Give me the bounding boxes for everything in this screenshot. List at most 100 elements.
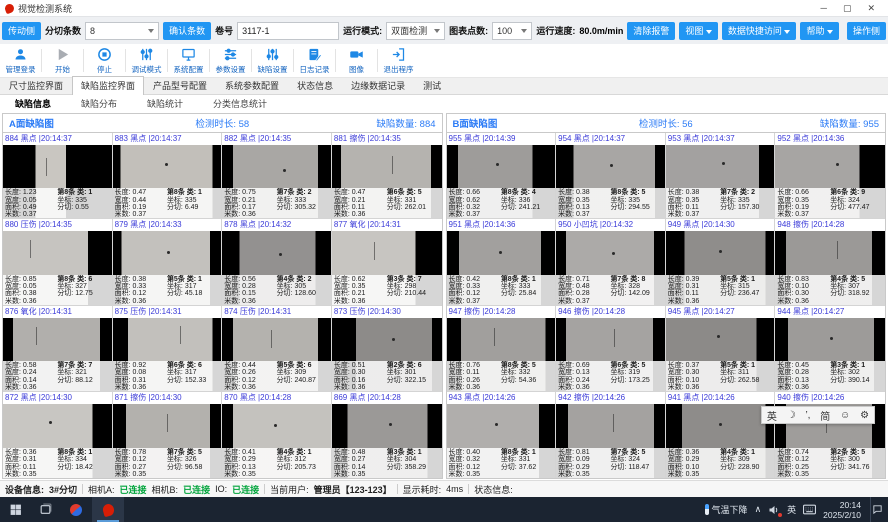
ime-moon-icon[interactable]: ☽ [787,410,796,421]
chart-points-select[interactable]: 100 [492,22,532,40]
panel-a-title: A面缺陷图 [9,116,151,130]
notification-center-button[interactable] [870,497,884,522]
operate-side-button[interactable]: 操作侧 [847,22,886,40]
action-param-settings[interactable]: 参数设置 [210,44,251,77]
clear-alarm-button[interactable]: 清除报警 [627,22,675,40]
touch-keyboard-icon[interactable] [803,504,816,515]
defect-cell-header: 940 擦伤 |20:14:26 [775,392,885,404]
defect-cell[interactable]: 881 擦伤 |20:14:35长度: 0.47宽度: 0.21面积: 0.11… [332,133,442,219]
action-toolbar: 管理登录 开始 停止 调试模式 系统配置 参数设置 缺陷设置 日志记录 图像 退… [0,44,888,78]
defect-cell[interactable]: 874 压伤 |20:14:31长度: 0.44宽度: 0.26面积: 0.12… [222,306,332,392]
defect-cell[interactable]: 942 擦伤 |20:14:26长度: 0.81宽度: 0.09面积: 0.29… [556,392,666,478]
tab-defect-monitor[interactable]: 缺陷监控界面 [72,76,144,95]
defect-cell[interactable]: 877 氧化 |20:14:31长度: 0.62宽度: 0.35面积: 0.21… [332,219,442,305]
defect-cell[interactable]: 884 黑点 |20:14:37长度: 1.23宽度: 0.05面积: 0.49… [3,133,113,219]
taskbar-clock[interactable]: 20:14 2025/2/10 [823,500,861,520]
maximize-button[interactable]: ▢ [843,3,852,14]
taskbar-app-inspection[interactable] [92,497,124,522]
defect-cell[interactable]: 873 压伤 |20:14:30长度: 0.51宽度: 0.30面积: 0.16… [332,306,442,392]
run-mode-select[interactable]: 双面检测 [386,22,445,40]
tab-size-monitor[interactable]: 尺寸监控界面 [0,76,72,94]
defect-cell[interactable]: 953 黑点 |20:14:37长度: 0.38宽度: 0.35面积: 0.11… [666,133,776,219]
tab-edge-data[interactable]: 边缘数据记录 [342,76,414,94]
defect-cell[interactable]: 946 擦伤 |20:14:28长度: 0.69宽度: 0.13面积: 0.24… [556,306,666,392]
defect-cell[interactable]: 949 黑点 |20:14:30长度: 0.39宽度: 0.31面积: 0.11… [666,219,776,305]
defect-cell[interactable]: 945 黑点 |20:14:27长度: 0.37宽度: 0.30面积: 0.10… [666,306,776,392]
defect-cell[interactable]: 940 擦伤 |20:14:26长度: 0.74宽度: 0.12面积: 0.25… [775,392,885,478]
taskbar-app-browser[interactable] [60,497,92,522]
help-menu-button[interactable]: 帮助 [800,22,839,40]
defect-cell[interactable]: 944 黑点 |20:14:27长度: 0.45宽度: 0.28面积: 0.13… [775,306,885,392]
defect-cell[interactable]: 952 黑点 |20:14:36长度: 0.66宽度: 0.35面积: 0.19… [775,133,885,219]
defect-cell[interactable]: 883 黑点 |20:14:37长度: 0.47宽度: 0.44面积: 0.19… [113,133,223,219]
ime-punctuation-toggle[interactable]: ’, [805,410,810,421]
action-login[interactable]: 管理登录 [0,44,41,77]
defect-cell[interactable]: 947 擦伤 |20:14:28长度: 0.76宽度: 0.11面积: 0.26… [447,306,557,392]
defect-cell[interactable]: 869 黑点 |20:14:28长度: 0.48宽度: 0.27面积: 0.14… [332,392,442,478]
action-defect-settings[interactable]: 缺陷设置 [252,44,293,77]
ime-simplified-toggle[interactable]: 简 [820,408,830,423]
defect-cell[interactable]: 880 压伤 |20:14:35长度: 0.85宽度: 0.05面积: 0.38… [3,219,113,305]
defect-image [113,231,222,274]
defect-cell[interactable]: 871 擦伤 |20:14:30长度: 0.78宽度: 0.12面积: 0.27… [113,392,223,478]
volume-icon[interactable] [768,504,780,516]
close-button[interactable]: ✕ [867,3,875,14]
minimize-button[interactable]: ─ [821,3,827,14]
ime-settings-button[interactable]: ⚙ [860,410,869,421]
task-view-button[interactable] [30,497,60,522]
defect-cell[interactable]: 876 氧化 |20:14:31长度: 0.58宽度: 0.24面积: 0.14… [3,306,113,392]
subtab-defect-stats[interactable]: 缺陷统计 [132,97,198,110]
defect-cell[interactable]: 955 黑点 |20:14:39长度: 0.66宽度: 0.62面积: 0.32… [447,133,557,219]
hidden-icons-chevron[interactable]: ∧ [755,504,762,515]
ime-english-toggle[interactable]: 英 [767,408,777,423]
defect-mark-icon [612,252,615,255]
defect-grid-b: 955 黑点 |20:14:39长度: 0.66宽度: 0.62面积: 0.32… [447,133,886,478]
defect-cell[interactable]: 948 擦伤 |20:14:28长度: 0.83宽度: 0.10面积: 0.30… [775,219,885,305]
chevron-down-icon [706,30,712,34]
elapsed-value: 4ms [446,484,463,494]
data-access-menu-button[interactable]: 数据快捷访问 [722,22,797,40]
tab-test[interactable]: 测试 [414,76,450,94]
strip-count-select[interactable]: 8 [85,22,159,40]
defect-image [3,231,112,274]
defect-mark-icon [496,163,499,166]
defect-mark-icon [614,329,615,347]
confirm-strips-button[interactable]: 确认条数 [163,22,211,40]
tab-system-params[interactable]: 系统参数配置 [216,76,288,94]
defect-cell[interactable]: 872 黑点 |20:14:30长度: 0.36宽度: 0.31面积: 0.11… [3,392,113,478]
defect-cell[interactable]: 951 黑点 |20:14:36长度: 0.42宽度: 0.33面积: 0.12… [447,219,557,305]
defect-info: 长度: 0.47宽度: 0.21面积: 0.11米数: 0.36第6条 类: 5… [332,188,442,218]
action-debug-mode[interactable]: 调试模式 [126,44,167,77]
drive-side-button[interactable]: 传动侧 [2,22,41,40]
defect-cell[interactable]: 882 黑点 |20:14:35长度: 0.75宽度: 0.21面积: 0.17… [222,133,332,219]
action-exit[interactable]: 退出程序 [378,44,419,77]
action-start[interactable]: 开始 [42,44,83,77]
defect-cell[interactable]: 954 黑点 |20:14:37长度: 0.38宽度: 0.35面积: 0.13… [556,133,666,219]
defect-image [447,231,556,274]
action-stop[interactable]: 停止 [84,44,125,77]
view-menu-button[interactable]: 视图 [679,22,718,40]
defect-cell[interactable]: 875 压伤 |20:14:31长度: 0.92宽度: 0.08面积: 0.31… [113,306,223,392]
subtab-defect-info[interactable]: 缺陷信息 [0,97,66,110]
subtab-defect-distribution[interactable]: 缺陷分布 [66,97,132,110]
subtab-class-stats[interactable]: 分类信息统计 [198,97,282,110]
defect-image [3,145,112,188]
defect-cell-header: 950 小凹坑 |20:14:32 [556,219,665,231]
defect-cell[interactable]: 941 黑点 |20:14:26长度: 0.36宽度: 0.29面积: 0.10… [666,392,776,478]
ime-emoji-button[interactable]: ☺ [840,410,850,421]
action-image[interactable]: 图像 [336,44,377,77]
defect-cell[interactable]: 950 小凹坑 |20:14:32长度: 0.71宽度: 0.48面积: 0.2… [556,219,666,305]
tab-status-info[interactable]: 状态信息 [288,76,342,94]
weather-tray-item[interactable]: 气温下降 [705,503,748,516]
roll-number-input[interactable] [237,22,339,40]
start-button[interactable] [0,497,30,522]
defect-cell[interactable]: 943 黑点 |20:14:26长度: 0.40宽度: 0.32面积: 0.12… [447,392,557,478]
action-system-config[interactable]: 系统配置 [168,44,209,77]
ime-indicator[interactable]: 英 [787,503,796,516]
tab-product-config[interactable]: 产品型号配置 [144,76,216,94]
defect-cell[interactable]: 870 黑点 |20:14:28长度: 0.41宽度: 0.29面积: 0.13… [222,392,332,478]
defect-info: 长度: 0.40宽度: 0.32面积: 0.12米数: 0.35第8条 类: 1… [447,448,556,478]
action-log[interactable]: 日志记录 [294,44,335,77]
defect-cell[interactable]: 879 黑点 |20:14:33长度: 0.38宽度: 0.33面积: 0.12… [113,219,223,305]
defect-cell[interactable]: 878 黑点 |20:14:32长度: 0.56宽度: 0.28面积: 0.15… [222,219,332,305]
